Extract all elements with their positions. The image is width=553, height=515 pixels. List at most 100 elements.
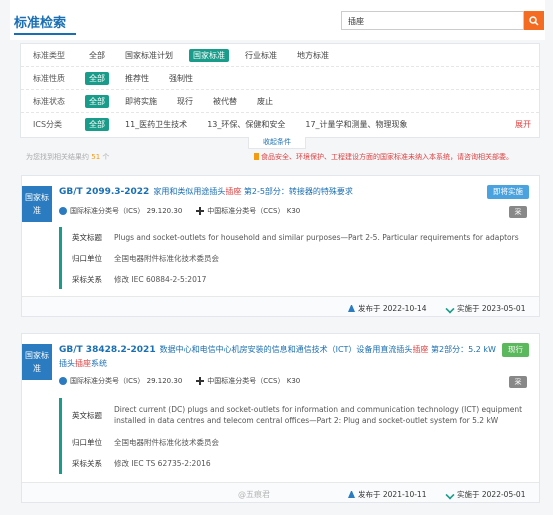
- filter-option[interactable]: 推荐性: [121, 72, 153, 85]
- info-block: 英文标题 Plugs and socket-outlets for househ…: [59, 227, 535, 289]
- ccs-value: K30: [286, 207, 301, 215]
- info-row-adopt: 采标关系 修改 IEC TS 62735-2:2016: [62, 453, 535, 474]
- implement-date: 实施于 2023-05-01: [445, 303, 526, 314]
- watermark: @五痕君: [238, 490, 270, 499]
- upload-icon: [348, 305, 355, 312]
- filter-row-type: 标准类型 全部 国家标准计划 国家标准 行业标准 地方标准: [21, 44, 539, 67]
- english-title: Direct current (DC) plugs and socket-out…: [114, 405, 523, 425]
- search-header: 标准检索 插座: [10, 0, 545, 40]
- adopt-tag: 采: [509, 376, 527, 388]
- filter-option-active[interactable]: 全部: [85, 118, 109, 131]
- filter-option-active[interactable]: 全部: [85, 94, 109, 108]
- filter-option[interactable]: 废止: [253, 95, 277, 108]
- page: 标准检索 插座 标准类型 全部 国家标准计划 国家标准 行业标准 地方标准 标准…: [0, 0, 553, 515]
- standard-card[interactable]: 国家标准 GB/T 2099.3-2022 家用和类似用途插头插座 第2-5部分：…: [21, 175, 540, 317]
- department: 全国电器附件标准化技术委员会: [114, 438, 219, 447]
- standard-code[interactable]: GB/T 38428.2-2021: [59, 345, 156, 355]
- english-title: Plugs and socket-outlets for household a…: [114, 233, 519, 242]
- check-icon: [445, 303, 455, 314]
- notice: 食品安全、环境保护、工程建设方面的国家标准未纳入本系统，请咨询相关部委。: [254, 152, 513, 162]
- info-block: 英文标题 Direct current (DC) plugs and socke…: [59, 398, 535, 474]
- cross-icon: [196, 377, 205, 385]
- globe-icon: [59, 207, 67, 215]
- filter-row-status: 标准状态 全部 即将实施 现行 被代替 废止: [21, 90, 539, 113]
- filter-option[interactable]: 11_医药卫生技术: [121, 118, 191, 131]
- status-badge: 现行: [502, 343, 529, 357]
- check-icon: [445, 489, 455, 500]
- filter-option[interactable]: 地方标准: [293, 49, 333, 62]
- standard-code[interactable]: GB/T 2099.3-2022: [59, 187, 149, 197]
- upload-icon: [348, 491, 355, 498]
- search-icon: [529, 15, 539, 26]
- ics-value: 29.120.30: [146, 377, 183, 385]
- ccs-label: 中国标准分类号（CCS）: [207, 207, 285, 215]
- standard-card[interactable]: 国家标准 GB/T 38428.2-2021 数据中心和电信中心机房安装的信息和通…: [21, 333, 540, 503]
- globe-icon: [59, 377, 67, 385]
- filter-label: 标准类型: [33, 50, 65, 60]
- title-text[interactable]: 第2-5部分：转接器的特殊要求: [241, 187, 353, 196]
- info-key: 采标关系: [72, 459, 102, 468]
- title-text[interactable]: 系统: [91, 359, 107, 368]
- filter-option[interactable]: 强制性: [165, 72, 197, 85]
- filter-option[interactable]: 17_计量学和测量、物理现象: [301, 118, 411, 131]
- title-highlight[interactable]: 插座: [412, 345, 428, 354]
- title-text[interactable]: 家用和类似用途插头: [153, 187, 225, 196]
- search-button[interactable]: [524, 11, 544, 30]
- publish-date: 发布于 2022-10-14: [348, 303, 426, 314]
- adopt-tag: 采: [509, 206, 527, 218]
- filter-panel: 标准类型 全部 国家标准计划 国家标准 行业标准 地方标准 标准性质 全部 推荐…: [20, 43, 540, 138]
- info-row-dept: 归口单位 全国电器附件标准化技术委员会: [62, 432, 535, 453]
- status-badge: 即将实施: [487, 185, 529, 199]
- adoption: 修改 IEC TS 62735-2:2016: [114, 459, 211, 468]
- standard-type-badge: 国家标准: [22, 186, 52, 222]
- title-highlight[interactable]: 插座: [225, 187, 241, 196]
- flag-icon: [254, 153, 259, 160]
- search-input[interactable]: 插座: [341, 11, 524, 30]
- ccs-value: K30: [286, 377, 301, 385]
- title-underline: [14, 33, 76, 35]
- info-key: 采标关系: [72, 274, 102, 284]
- filter-option-active[interactable]: 国家标准: [189, 48, 229, 62]
- card-footer: 发布于 2022-10-14 实施于 2023-05-01: [22, 296, 539, 316]
- filter-option[interactable]: 即将实施: [121, 95, 161, 108]
- filter-label: ICS分类: [33, 120, 63, 129]
- adoption: 修改 IEC 60884-2-5:2017: [114, 274, 207, 284]
- filter-option-active[interactable]: 全部: [85, 71, 109, 85]
- collapse-filters-button[interactable]: 收起条件: [248, 137, 306, 149]
- standard-title[interactable]: GB/T 2099.3-2022 家用和类似用途插头插座 第2-5部分：转接器的特…: [59, 185, 499, 199]
- card-footer: 发布于 2021-10-11 实施于 2022-05-01: [22, 482, 539, 502]
- title-highlight[interactable]: 插座: [75, 359, 91, 368]
- department: 全国电器附件标准化技术委员会: [114, 254, 219, 263]
- info-key: 归口单位: [72, 438, 102, 447]
- result-count-number: 51: [91, 153, 101, 161]
- filter-label: 标准性质: [33, 73, 65, 83]
- filter-row-nature: 标准性质 全部 推荐性 强制性: [21, 67, 539, 90]
- publish-text: 发布于 2022-10-14: [358, 304, 427, 313]
- filter-label: 标准状态: [33, 96, 65, 106]
- filter-option[interactable]: 全部: [85, 49, 109, 62]
- ics-label: 国际标准分类号（ICS）: [70, 377, 145, 385]
- expand-link[interactable]: 展开: [515, 119, 531, 130]
- publish-text: 发布于 2021-10-11: [358, 490, 427, 499]
- filter-option[interactable]: 13_环保、保健和安全: [203, 118, 289, 131]
- result-suffix: 个: [102, 153, 110, 161]
- implement-date: 实施于 2022-05-01: [445, 489, 526, 500]
- result-prefix: 为您找到相关结果约: [26, 153, 89, 161]
- filter-option[interactable]: 现行: [173, 95, 197, 108]
- filter-option[interactable]: 被代替: [209, 95, 241, 108]
- classification-row: 国际标准分类号（ICS） 29.120.30 中国标准分类号（CCS） K30: [59, 206, 314, 216]
- result-count: 为您找到相关结果约 51 个: [26, 152, 109, 162]
- implement-text: 实施于 2023-05-01: [457, 304, 526, 313]
- notice-text: 食品安全、环境保护、工程建设方面的国家标准未纳入本系统，请咨询相关部委。: [261, 153, 513, 161]
- standard-type-badge: 国家标准: [22, 344, 52, 380]
- standard-title[interactable]: GB/T 38428.2-2021 数据中心和电信中心机房安装的信息和通信技术（I…: [59, 343, 499, 371]
- info-key: 英文标题: [72, 233, 102, 242]
- filter-option[interactable]: 行业标准: [241, 49, 281, 62]
- implement-text: 实施于 2022-05-01: [457, 490, 526, 499]
- filter-option[interactable]: 国家标准计划: [121, 49, 177, 62]
- ics-value: 29.120.30: [146, 207, 183, 215]
- ics-label: 国际标准分类号（ICS）: [70, 207, 145, 215]
- ccs-label: 中国标准分类号（CCS）: [207, 377, 285, 385]
- title-text[interactable]: 数据中心和电信中心机房安装的信息和通信技术（ICT）设备用直流插头: [160, 345, 413, 354]
- info-key: 归口单位: [72, 254, 102, 263]
